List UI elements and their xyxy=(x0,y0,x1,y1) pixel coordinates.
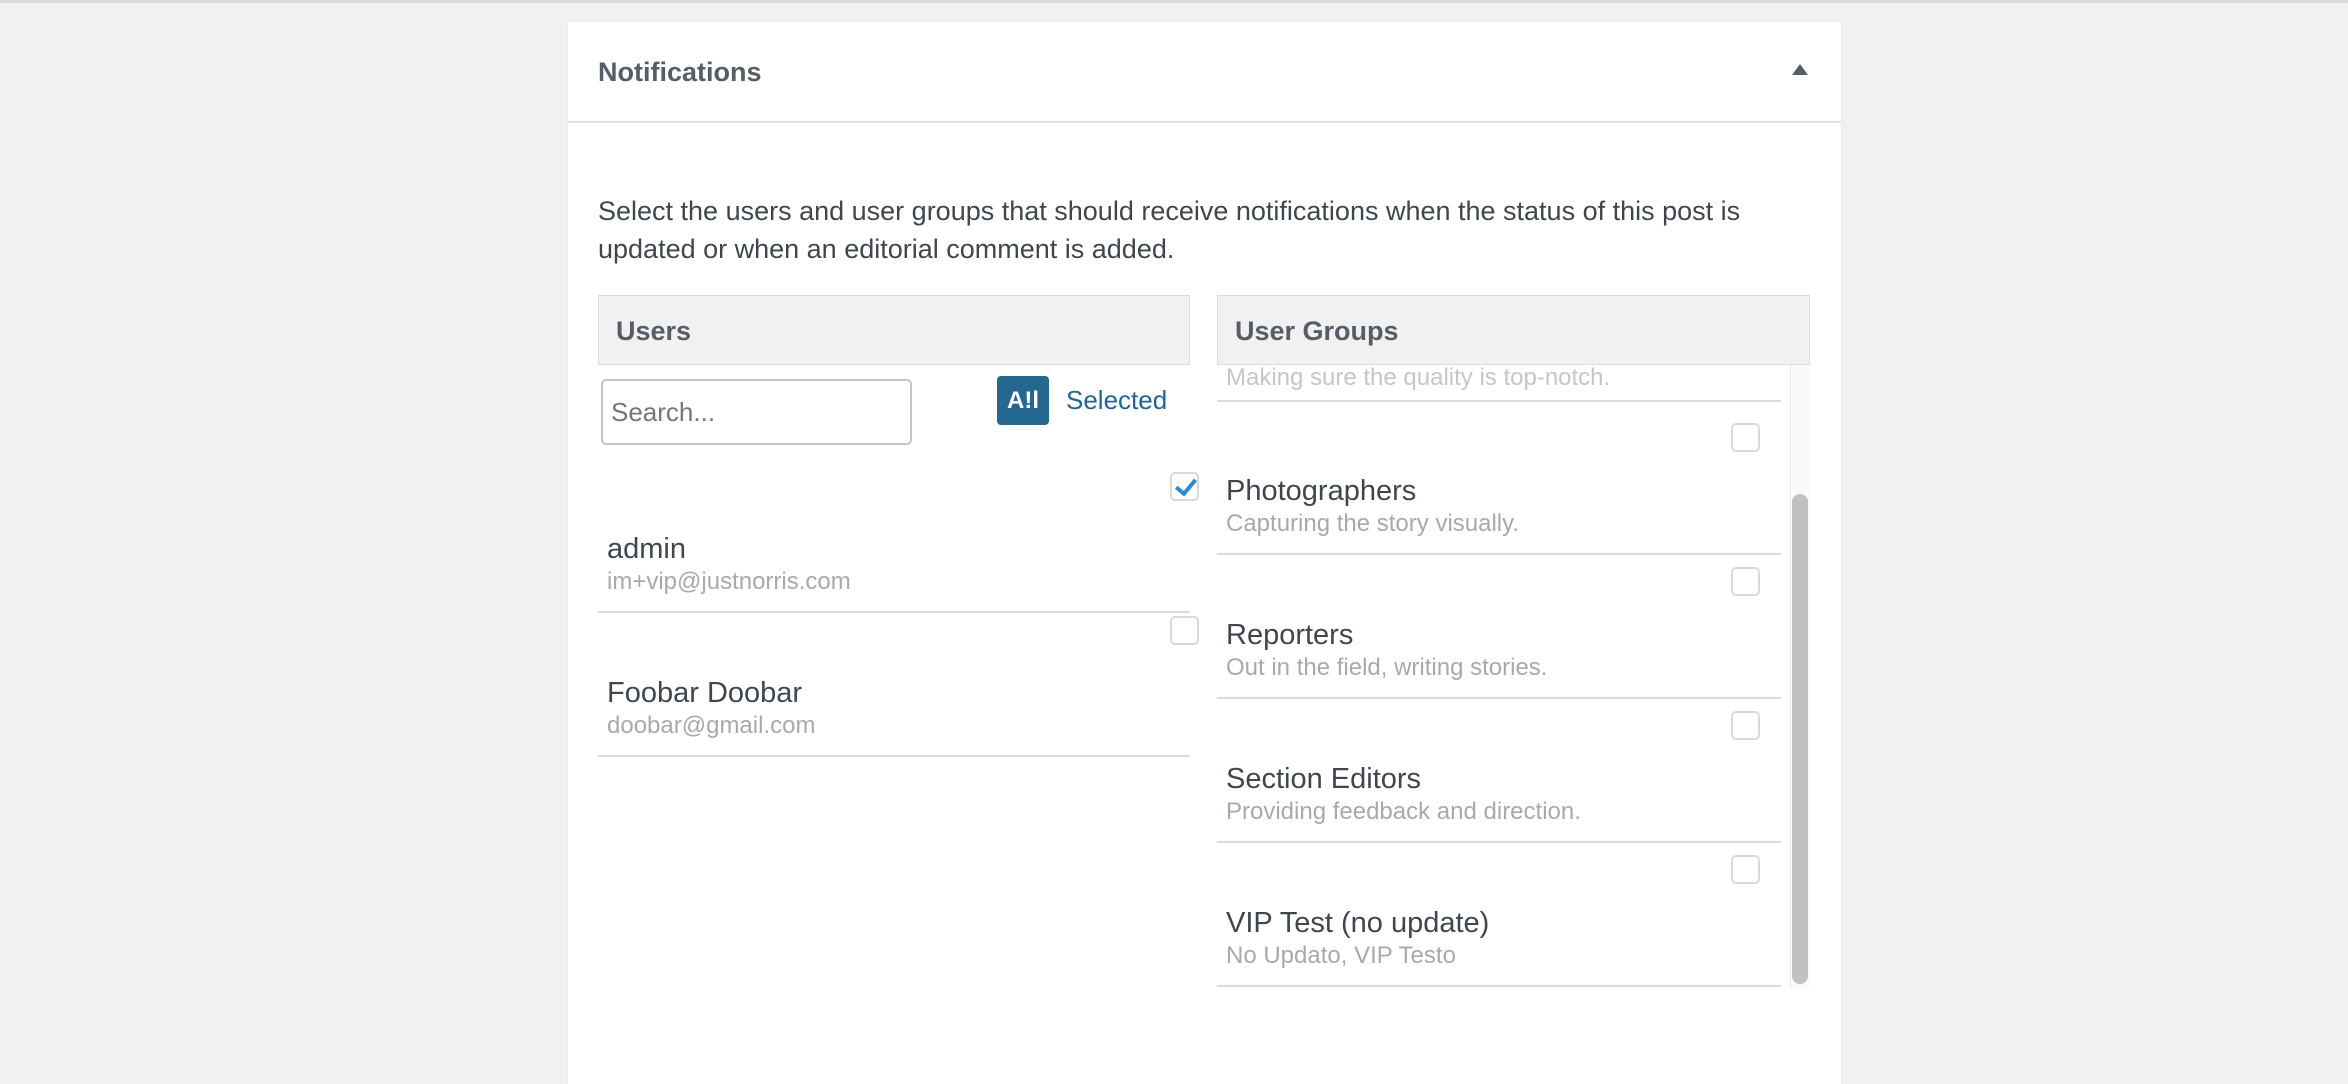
user-item-foobar[interactable]: Foobar Doobar doobar@gmail.com xyxy=(598,613,1199,757)
group-checkbox-photographers[interactable] xyxy=(1731,423,1760,452)
group-item-photographers[interactable]: Photographers Capturing the story visual… xyxy=(1217,411,1781,555)
groups-scrollbar-thumb[interactable] xyxy=(1792,494,1808,984)
group-description: Providing feedback and direction. xyxy=(1226,798,1581,825)
group-name: Photographers xyxy=(1226,475,1417,507)
group-item-section-editors[interactable]: Section Editors Providing feedback and d… xyxy=(1217,699,1781,843)
group-description: No Updato, VIP Testo xyxy=(1226,942,1456,969)
group-name: Section Editors xyxy=(1226,763,1422,795)
group-item-partial: Making sure the quality is top-notch. xyxy=(1217,365,1781,402)
panel-header[interactable]: Notifications xyxy=(568,22,1841,123)
group-item-vip-test[interactable]: VIP Test (no update) No Updato, VIP Test… xyxy=(1217,843,1781,987)
group-name: VIP Test (no update) xyxy=(1226,907,1490,939)
user-name: Foobar Doobar xyxy=(607,677,803,709)
filter-selected-button[interactable]: Selected xyxy=(1066,385,1167,416)
user-name: admin xyxy=(607,533,686,565)
group-checkbox-vip-test[interactable] xyxy=(1731,855,1760,884)
filter-all-button[interactable]: A!l xyxy=(997,376,1049,425)
user-groups-list[interactable]: Making sure the quality is top-notch. Ph… xyxy=(1217,365,1810,988)
user-checkbox-foobar[interactable] xyxy=(1170,616,1199,645)
collapse-caret-icon[interactable] xyxy=(1792,64,1808,75)
user-checkbox-admin[interactable] xyxy=(1170,472,1199,501)
group-checkbox-reporters[interactable] xyxy=(1731,567,1760,596)
group-description: Capturing the story visually. xyxy=(1226,510,1520,537)
user-item-admin[interactable]: admin im+vip@justnorris.com xyxy=(598,469,1199,613)
users-header: Users xyxy=(598,295,1190,365)
user-groups-header: User Groups xyxy=(1217,295,1810,365)
users-search-input[interactable] xyxy=(601,379,912,445)
group-description: Out in the field, writing stories. xyxy=(1226,654,1548,681)
user-email: doobar@gmail.com xyxy=(607,712,816,739)
group-checkbox-section-editors[interactable] xyxy=(1731,711,1760,740)
group-item-reporters[interactable]: Reporters Out in the field, writing stor… xyxy=(1217,555,1781,699)
notifications-panel: Notifications Select the users and user … xyxy=(567,22,1842,1084)
user-email: im+vip@justnorris.com xyxy=(607,568,851,595)
panel-description: Select the users and user groups that sh… xyxy=(598,196,1741,264)
group-name: Reporters xyxy=(1226,619,1354,651)
panel-title: Notifications xyxy=(598,57,762,87)
group-description-partial: Making sure the quality is top-notch. xyxy=(1226,365,1611,391)
top-border xyxy=(0,0,2348,3)
